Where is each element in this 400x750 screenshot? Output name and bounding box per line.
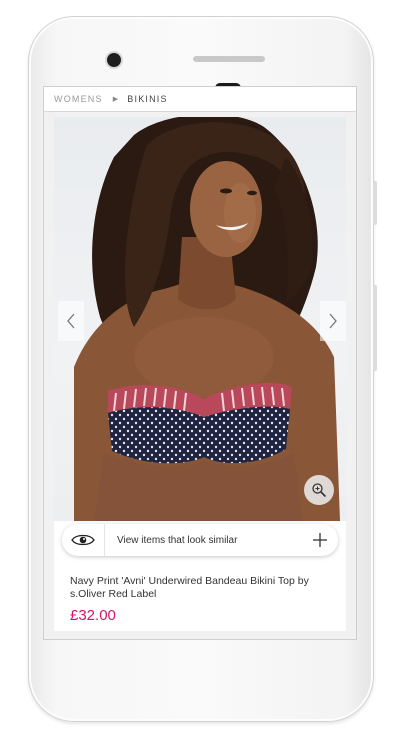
plus-icon <box>313 533 327 547</box>
app-screen: WOMENS ▶ BIKINIS View items that look si… <box>43 86 357 640</box>
eye-icon-wrapper <box>62 524 105 556</box>
zoom-button[interactable] <box>304 475 334 505</box>
model-photo <box>74 117 340 521</box>
triangle-right-icon: ▶ <box>112 96 120 103</box>
chevron-right-icon <box>329 313 337 329</box>
breadcrumb-bikinis: BIKINIS <box>127 94 168 104</box>
front-camera <box>107 53 121 67</box>
product-image[interactable] <box>54 117 346 521</box>
previous-image-button[interactable] <box>58 301 84 341</box>
power-button <box>373 181 377 225</box>
view-similar-bar[interactable]: View items that look similar <box>62 524 338 556</box>
breadcrumb: WOMENS ▶ BIKINIS <box>44 87 356 112</box>
product-card: View items that look similar Navy Print … <box>54 117 346 631</box>
view-similar-label: View items that look similar <box>117 534 238 546</box>
volume-button <box>373 285 377 371</box>
next-image-button[interactable] <box>320 301 346 341</box>
product-title[interactable]: Navy Print 'Avni' Underwired Bandeau Bik… <box>70 575 334 601</box>
earpiece-speaker <box>193 56 265 62</box>
product-price: £32.00 <box>70 607 116 624</box>
eye-icon <box>71 534 95 546</box>
zoom-in-icon <box>312 483 327 498</box>
breadcrumb-womens[interactable]: WOMENS <box>54 94 103 104</box>
add-button[interactable] <box>302 524 338 556</box>
chevron-left-icon <box>67 313 75 329</box>
